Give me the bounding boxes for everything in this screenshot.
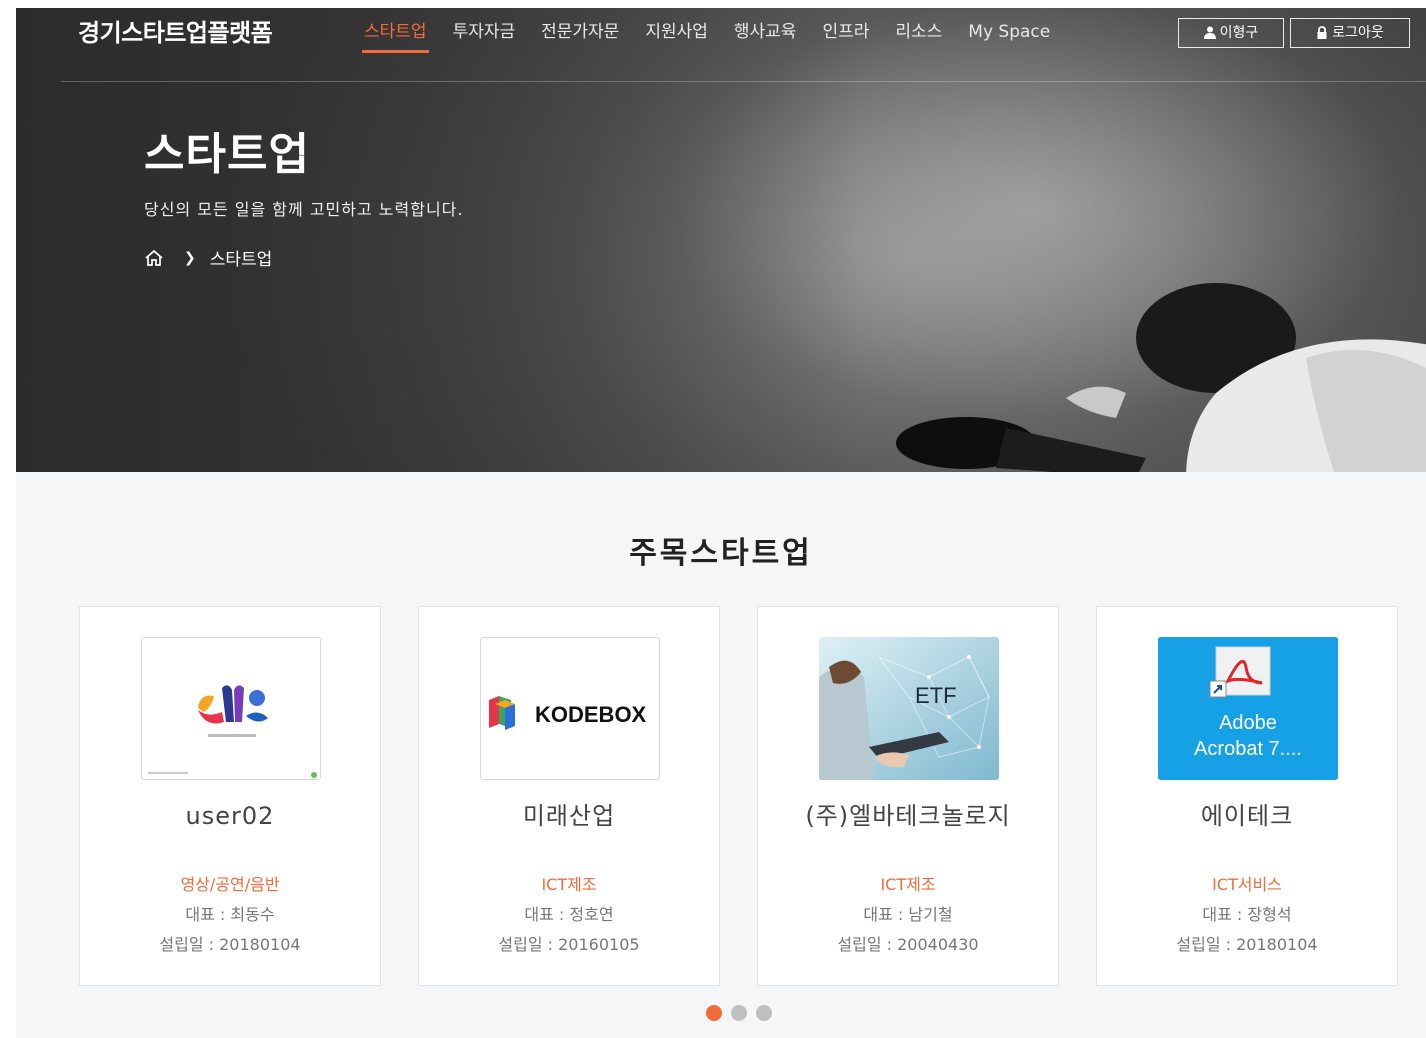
breadcrumb: ❯ 스타트업 <box>144 245 272 270</box>
startup-ceo: 대표 : 장형석 <box>1202 905 1292 924</box>
logout-button-label: 로그아웃 <box>1332 25 1384 41</box>
carousel-dot-1[interactable] <box>706 1005 722 1021</box>
page-subtitle: 당신의 모든 일을 함께 고민하고 노력합니다. <box>144 200 464 219</box>
main-menu: 스타트업 투자자금 전문가자문 지원사업 행사교육 인프라 리소스 My Spa… <box>362 18 1076 53</box>
startup-card[interactable]: Adobe Acrobat 7.... 에이테크 ICT서비스 대표 : 장형석… <box>1096 606 1398 986</box>
section-title: 주목스타트업 <box>629 536 813 571</box>
startup-name: 에이테크 <box>1200 802 1294 830</box>
carousel-pagination <box>706 1005 781 1021</box>
startup-card[interactable]: KODEBOX 미래산업 ICT제조 대표 : 정호연 설립일 : 201601… <box>418 606 720 986</box>
startup-ceo: 대표 : 정호연 <box>524 905 614 924</box>
nav-divider <box>61 81 1426 82</box>
startup-founded-date: 설립일 : 20180104 <box>1176 935 1318 954</box>
startup-founded-date: 설립일 : 20160105 <box>498 935 640 954</box>
startup-ceo: 대표 : 최동수 <box>185 905 275 924</box>
kodebox-logo-text: KODEBOX <box>535 702 647 727</box>
startup-category: 영상/공연/음반 <box>180 875 280 894</box>
startup-founded-date: 설립일 : 20180104 <box>159 935 301 954</box>
menu-item-investment[interactable]: 투자자금 <box>453 18 516 46</box>
kodebox-logo-image: KODEBOX <box>489 696 647 730</box>
page: 경기스타트업플랫폼 스타트업 투자자금 전문가자문 지원사업 행사교육 인프라 … <box>16 8 1426 1038</box>
menu-item-support-programs[interactable]: 지원사업 <box>645 18 708 46</box>
breadcrumb-current[interactable]: 스타트업 <box>210 245 273 270</box>
top-navigation: 경기스타트업플랫폼 스타트업 투자자금 전문가자문 지원사업 행사교육 인프라 … <box>16 8 1426 82</box>
hero-photo-person <box>896 283 1426 472</box>
etf-photo-image: ETF <box>819 637 999 780</box>
startup-name: (주)엘바테크놀로지 <box>805 802 1011 830</box>
adobe-acrobat-icon: Adobe Acrobat 7.... <box>1158 637 1338 780</box>
startup-category: ICT서비스 <box>1212 875 1282 894</box>
startup-carousel: user02 영상/공연/음반 대표 : 최동수 설립일 : 20180104 … <box>79 606 1399 986</box>
startup-ceo: 대표 : 남기철 <box>863 905 953 924</box>
startup-thumbnail: ETF <box>819 637 999 780</box>
etf-photo-text: ETF <box>915 683 957 708</box>
carousel-dot-3[interactable] <box>756 1005 772 1021</box>
startup-name: user02 <box>185 802 275 830</box>
startup-card[interactable]: ETF (주)엘바테크놀로지 ICT제조 대표 : 남기철 설립일 : 2004… <box>757 606 1059 986</box>
menu-item-expert-advice[interactable]: 전문가자문 <box>541 18 619 46</box>
startup-founded-date: 설립일 : 20040430 <box>837 935 979 954</box>
logout-button[interactable]: 로그아웃 <box>1290 18 1410 48</box>
site-logo[interactable]: 경기스타트업플랫폼 <box>78 16 273 50</box>
menu-item-infrastructure[interactable]: 인프라 <box>822 18 869 46</box>
startup-thumbnail: Adobe Acrobat 7.... <box>1158 637 1338 780</box>
adobe-icon-label-2: Acrobat 7.... <box>1194 738 1302 760</box>
lock-icon <box>1317 26 1327 39</box>
startup-thumbnail: KODEBOX <box>480 637 660 780</box>
carousel-dot-2[interactable] <box>731 1005 747 1021</box>
menu-item-my-space[interactable]: My Space <box>968 18 1050 46</box>
user-button-label: 이형구 <box>1219 25 1259 41</box>
user-button[interactable]: 이형구 <box>1178 18 1284 48</box>
adobe-icon-label-1: Adobe <box>1219 712 1277 734</box>
startup-name: 미래산업 <box>522 802 616 830</box>
chevron-right-icon: ❯ <box>184 249 196 266</box>
startup-category: ICT제조 <box>541 875 597 894</box>
startup-thumbnail <box>141 637 321 780</box>
home-icon[interactable] <box>144 249 164 267</box>
menu-item-resources[interactable]: 리소스 <box>895 18 942 46</box>
page-title: 스타트업 <box>144 129 310 180</box>
startup-card[interactable]: user02 영상/공연/음반 대표 : 최동수 설립일 : 20180104 <box>79 606 381 986</box>
startup-category: ICT제조 <box>880 875 936 894</box>
user-icon <box>1203 26 1216 39</box>
menu-item-startup[interactable]: 스타트업 <box>362 18 429 53</box>
abstract-logo-image <box>148 685 317 778</box>
menu-item-events-education[interactable]: 행사교육 <box>734 18 797 46</box>
